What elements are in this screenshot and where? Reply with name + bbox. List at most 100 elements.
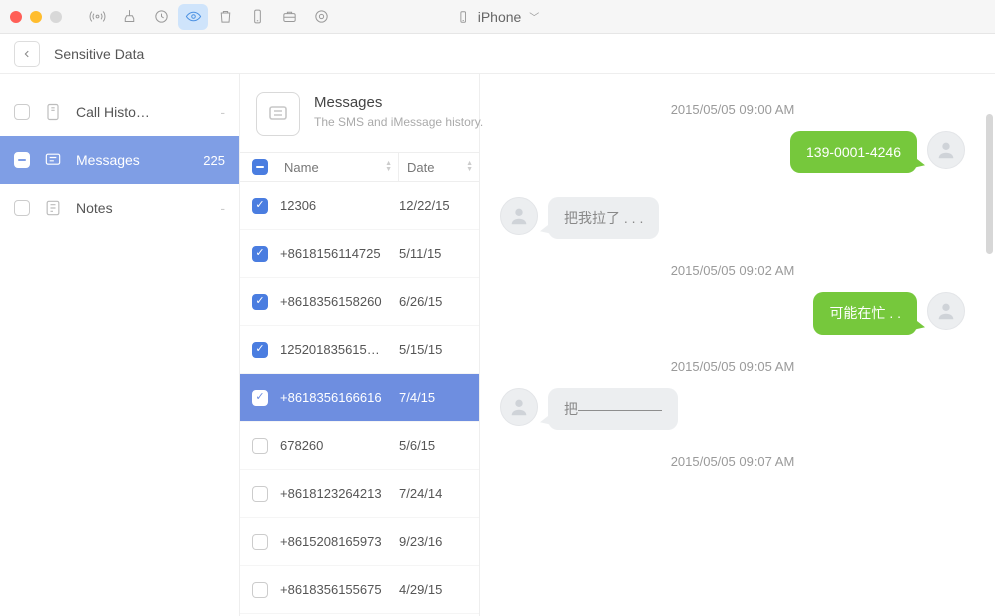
message-timestamp: 2015/05/05 09:05 AM <box>500 359 965 374</box>
thread-date: 4/29/15 <box>399 582 479 597</box>
message-row-incoming: 把—————— <box>500 388 965 430</box>
thread-date: 6/26/15 <box>399 294 479 309</box>
message-row-outgoing: 可能在忙 . . <box>500 292 965 334</box>
thread-name: +8618156114725 <box>280 246 399 261</box>
checkbox[interactable] <box>252 246 268 262</box>
thread-column-headers: Name▲▼ Date▲▼ <box>240 152 479 182</box>
device-selector[interactable]: iPhone ﹀ <box>456 9 540 25</box>
chevron-down-icon: ﹀ <box>529 9 539 24</box>
column-date[interactable]: Date▲▼ <box>399 160 479 175</box>
minimize-window-icon[interactable] <box>30 11 42 23</box>
main-area: Call Histo… - Messages 225 Notes - Messa… <box>0 74 995 616</box>
close-window-icon[interactable] <box>10 11 22 23</box>
thread-pane: Messages The SMS and iMessage history. N… <box>240 74 480 616</box>
thread-row[interactable]: +86183561666167/4/15 <box>240 374 479 422</box>
messages-large-icon <box>256 92 300 136</box>
thread-name: 125201835615… <box>280 342 399 357</box>
phone-history-icon <box>42 101 64 123</box>
checkbox[interactable] <box>252 198 268 214</box>
thread-date: 5/15/15 <box>399 342 479 357</box>
checkbox[interactable] <box>252 390 268 406</box>
back-button[interactable] <box>14 41 40 67</box>
sidebar-item-messages[interactable]: Messages 225 <box>0 136 239 184</box>
sidebar-item-count: - <box>220 104 225 120</box>
briefcase-icon[interactable] <box>274 4 304 30</box>
thread-row[interactable]: +86183561556754/29/15 <box>240 566 479 614</box>
sidebar-item-call-history[interactable]: Call Histo… - <box>0 88 239 136</box>
select-all-checkbox[interactable] <box>252 159 268 175</box>
thread-name: 12306 <box>280 198 399 213</box>
avatar <box>500 197 538 235</box>
thread-name: 678260 <box>280 438 399 453</box>
message-timestamp: 2015/05/05 09:02 AM <box>500 263 965 278</box>
scrollbar[interactable] <box>985 74 993 616</box>
thread-row[interactable]: 125201835615…5/15/15 <box>240 326 479 374</box>
message-timestamp: 2015/05/05 09:00 AM <box>500 102 965 117</box>
avatar <box>927 292 965 330</box>
message-bubble[interactable]: 139-0001-4246 <box>790 131 917 173</box>
checkbox[interactable] <box>252 582 268 598</box>
checkbox[interactable] <box>14 152 30 168</box>
sidebar: Call Histo… - Messages 225 Notes - <box>0 74 240 616</box>
sort-icon: ▲▼ <box>385 161 392 173</box>
sidebar-item-label: Messages <box>76 152 191 168</box>
sidebar-item-count: 225 <box>203 153 225 168</box>
thread-row[interactable]: +86152081659739/23/16 <box>240 518 479 566</box>
thread-row[interactable]: 6782605/6/15 <box>240 422 479 470</box>
thread-list[interactable]: 1230612/22/15+86181561147255/11/15+86183… <box>240 182 479 616</box>
target-icon[interactable] <box>306 4 336 30</box>
thread-row[interactable]: +86181561147255/11/15 <box>240 230 479 278</box>
clock-icon[interactable] <box>146 4 176 30</box>
page-title: Sensitive Data <box>54 46 144 62</box>
thread-row[interactable]: +86181232642137/24/14 <box>240 470 479 518</box>
message-bubble[interactable]: 把—————— <box>548 388 678 430</box>
thread-row[interactable]: 1230612/22/15 <box>240 182 479 230</box>
column-name[interactable]: Name▲▼ <box>280 153 399 181</box>
thread-name: +8618356155675 <box>280 582 399 597</box>
checkbox[interactable] <box>252 342 268 358</box>
checkbox[interactable] <box>252 534 268 550</box>
phone-icon[interactable] <box>242 4 272 30</box>
message-detail[interactable]: 2015/05/05 09:00 AM 139-0001-4246 把我拉了 . .… <box>480 74 995 616</box>
thread-date: 7/24/14 <box>399 486 479 501</box>
thread-date: 7/4/15 <box>399 390 479 405</box>
toolbar <box>82 4 336 30</box>
sort-icon: ▲▼ <box>466 161 473 173</box>
pane-subtitle: The SMS and iMessage history. <box>314 115 483 129</box>
checkbox[interactable] <box>252 294 268 310</box>
thread-name: +8618356166616 <box>280 390 399 405</box>
thread-name: +8615208165973 <box>280 534 399 549</box>
window-controls <box>10 11 62 23</box>
checkbox[interactable] <box>14 104 30 120</box>
thread-date: 12/22/15 <box>399 198 479 213</box>
device-label: iPhone <box>478 9 522 25</box>
notes-icon <box>42 197 64 219</box>
sidebar-item-notes[interactable]: Notes - <box>0 184 239 232</box>
sidebar-item-label: Notes <box>76 200 208 216</box>
sidebar-item-label: Call Histo… <box>76 104 208 120</box>
sidebar-item-count: - <box>220 200 225 216</box>
zoom-window-icon[interactable] <box>50 11 62 23</box>
checkbox[interactable] <box>252 486 268 502</box>
message-bubble[interactable]: 可能在忙 . . <box>813 292 917 334</box>
thread-date: 5/11/15 <box>399 246 479 261</box>
thread-date: 5/6/15 <box>399 438 479 453</box>
cleanup-icon[interactable] <box>114 4 144 30</box>
avatar <box>500 388 538 426</box>
message-bubble[interactable]: 把我拉了 . . . <box>548 197 659 239</box>
eye-icon[interactable] <box>178 4 208 30</box>
checkbox[interactable] <box>14 200 30 216</box>
message-row-outgoing: 139-0001-4246 <box>500 131 965 173</box>
broadcast-icon[interactable] <box>82 4 112 30</box>
message-timestamp: 2015/05/05 09:07 AM <box>500 454 965 469</box>
thread-name: +8618123264213 <box>280 486 399 501</box>
thread-row[interactable]: +86183561582606/26/15 <box>240 278 479 326</box>
scrollbar-thumb[interactable] <box>986 114 993 254</box>
thread-name: +8618356158260 <box>280 294 399 309</box>
checkbox[interactable] <box>252 438 268 454</box>
message-row-incoming: 把我拉了 . . . <box>500 197 965 239</box>
thread-date: 9/23/16 <box>399 534 479 549</box>
avatar <box>927 131 965 169</box>
trash-icon[interactable] <box>210 4 240 30</box>
breadcrumb: Sensitive Data <box>0 34 995 74</box>
